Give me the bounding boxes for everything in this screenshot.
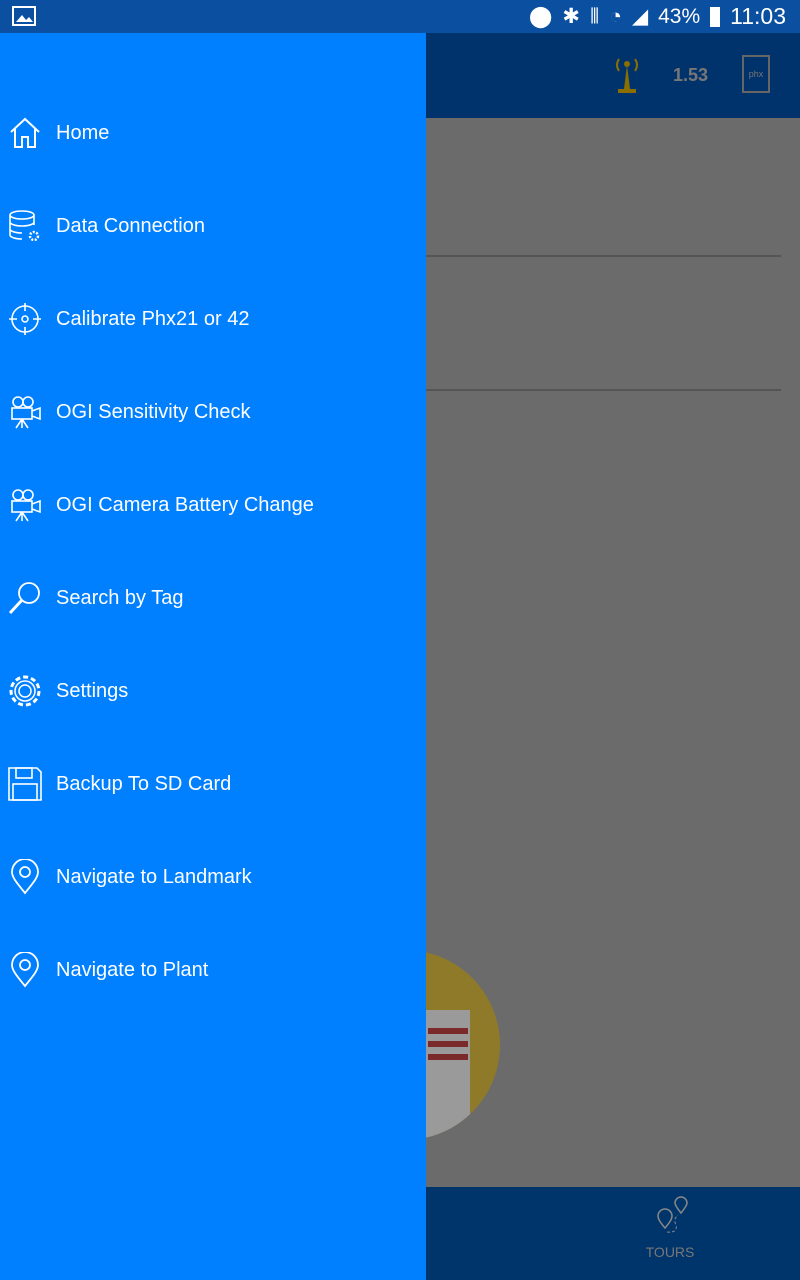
drawer-item-label: Settings [56, 679, 129, 702]
drawer-item-label: Navigate to Plant [56, 958, 209, 981]
tab-tours[interactable]: TOURS [640, 1195, 700, 1265]
drawer-item-label: Search by Tag [56, 586, 184, 609]
drawer-item-label: OGI Camera Battery Change [56, 493, 314, 516]
reading-value: 1.53 [673, 65, 709, 85]
drawer-item-backup-to-sd-card[interactable]: Backup To SD Card [0, 754, 426, 814]
video-camera-icon [11, 396, 41, 429]
vibrate-icon: ⦀ [590, 4, 600, 28]
phx-label: phx [748, 69, 764, 79]
drawer-item-ogi-sensitivity-check[interactable]: OGI Sensitivity Check [0, 382, 426, 442]
signal-icon: ◢ [631, 5, 649, 28]
drawer-item-label: Calibrate Phx21 or 42 [56, 307, 250, 330]
drawer-item-navigate-to-landmark[interactable]: Navigate to Landmark [0, 847, 426, 907]
home-icon [10, 117, 40, 148]
drawer-item-label: Home [56, 121, 110, 144]
drawer-item-search-by-tag[interactable]: Search by Tag [0, 568, 426, 628]
battery-icon [710, 6, 721, 27]
status-bar: ⬤ ✱ ⦀ ◔ ◢ 43% 11:03 [0, 0, 800, 33]
location-icon: ⬤ [528, 5, 553, 28]
magnifier-icon [8, 582, 40, 615]
drawer-item-navigate-to-plant[interactable]: Navigate to Plant [0, 940, 426, 1000]
video-camera-icon [11, 489, 41, 522]
map-pin-icon [11, 859, 39, 895]
drawer-item-calibrate-phx21-or-42[interactable]: Calibrate Phx21 or 42 [0, 289, 426, 349]
crosshair-icon [9, 303, 41, 335]
drawer-item-settings[interactable]: Settings [0, 661, 426, 721]
map-pin-icon [11, 952, 39, 988]
drawer-item-home[interactable]: Home [0, 103, 426, 163]
drawer-item-label: OGI Sensitivity Check [56, 400, 251, 423]
drawer-item-label: Backup To SD Card [56, 772, 232, 795]
clock: 11:03 [730, 3, 786, 29]
drawer-item-ogi-camera-battery-change[interactable]: OGI Camera Battery Change [0, 475, 426, 535]
tab-tours-label: TOURS [645, 1244, 695, 1260]
wifi-icon: ◔ [609, 4, 622, 28]
drawer-item-label: Data Connection [56, 214, 205, 237]
floppy-disk-icon [8, 767, 42, 801]
gear-icon [9, 675, 41, 707]
navigation-drawer: Home Data Connection Calibrate Phx21 or 42… [0, 33, 426, 1280]
phx-device-button[interactable]: phx [742, 55, 770, 93]
divider [426, 255, 781, 257]
battery-percent: 43% [658, 4, 701, 28]
image-notification-icon [12, 6, 36, 26]
bluetooth-icon: ✱ [562, 5, 581, 28]
route-icon [657, 1196, 688, 1233]
drawer-item-data-connection[interactable]: Data Connection [0, 196, 426, 256]
database-settings-icon [9, 210, 40, 242]
drawer-item-label: Navigate to Landmark [56, 865, 252, 888]
divider [426, 389, 781, 391]
antenna-icon[interactable] [610, 55, 644, 95]
